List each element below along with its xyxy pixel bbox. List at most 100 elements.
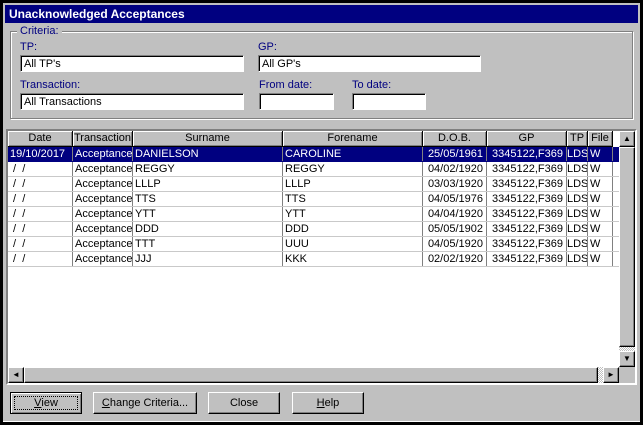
from-date-label: From date: (259, 79, 312, 91)
scroll-up-button[interactable]: ▲ (619, 131, 635, 147)
table-cell: W (588, 177, 613, 191)
table-cell: LDS (567, 252, 588, 266)
table-cell: TTS (283, 192, 423, 206)
list-header: DateTransactionSurnameForenameD.O.B.GPTP… (8, 131, 613, 147)
gp-label: GP: (258, 41, 277, 53)
table-cell: W (588, 222, 613, 236)
table-cell: REGGY (133, 162, 283, 176)
table-cell: JJJ (133, 252, 283, 266)
vertical-scrollbar[interactable]: ▲ ▼ (619, 131, 635, 367)
acceptances-list: DateTransactionSurnameForenameD.O.B.GPTP… (6, 129, 637, 385)
table-cell: REGGY (283, 162, 423, 176)
table-cell: LDS (567, 162, 588, 176)
table-cell: LDS (567, 237, 588, 251)
table-cell: KKK (283, 252, 423, 266)
table-cell: TTS (133, 192, 283, 206)
table-cell: / / (8, 252, 73, 266)
close-button[interactable]: Close (208, 392, 280, 414)
table-cell: LLLP (283, 177, 423, 191)
table-row[interactable]: / /AcceptanceREGGYREGGY04/02/19203345122… (8, 162, 619, 177)
table-cell: Acceptance (73, 237, 133, 251)
column-header-transaction[interactable]: Transaction (73, 131, 133, 146)
horizontal-scrollbar-thumb[interactable] (24, 367, 598, 383)
table-cell: LDS (567, 207, 588, 221)
transaction-input[interactable] (20, 93, 244, 110)
scroll-up-icon: ▲ (623, 135, 631, 143)
column-header-gp[interactable]: GP (487, 131, 567, 146)
transaction-label: Transaction: (20, 79, 80, 91)
from-date-input[interactable] (259, 93, 334, 110)
table-cell: TTT (133, 237, 283, 251)
table-cell: W (588, 237, 613, 251)
change-criteria-button[interactable]: Change Criteria... (93, 392, 197, 414)
to-date-input[interactable] (352, 93, 426, 110)
table-cell: Acceptance (73, 222, 133, 236)
column-header-forename[interactable]: Forename (283, 131, 423, 146)
table-cell: 19/10/2017 (8, 147, 73, 161)
table-row[interactable]: / /AcceptanceLLLPLLLP03/03/19203345122,F… (8, 177, 619, 192)
table-cell: 3345122,F369 (487, 222, 567, 236)
table-cell: / / (8, 192, 73, 206)
table-cell: YTT (283, 207, 423, 221)
scroll-left-icon: ◄ (12, 371, 20, 379)
horizontal-scrollbar[interactable]: ◄ ► (8, 367, 619, 383)
table-row[interactable]: 19/10/2017AcceptanceDANIELSONCAROLINE25/… (8, 147, 619, 162)
table-cell: W (588, 207, 613, 221)
table-row[interactable]: / /AcceptanceJJJKKK02/02/19203345122,F36… (8, 252, 619, 267)
help-button[interactable]: Help (292, 392, 364, 414)
table-cell: / / (8, 162, 73, 176)
table-cell: W (588, 147, 613, 161)
table-cell: LDS (567, 222, 588, 236)
table-cell: YTT (133, 207, 283, 221)
table-cell: Acceptance (73, 192, 133, 206)
table-cell: 04/05/1920 (423, 237, 487, 251)
column-header-file[interactable]: File (588, 131, 613, 146)
table-cell: 03/03/1920 (423, 177, 487, 191)
gp-input[interactable] (258, 55, 481, 72)
table-cell: / / (8, 222, 73, 236)
to-date-label: To date: (352, 79, 391, 91)
table-row[interactable]: / /AcceptanceTTTUUU04/05/19203345122,F36… (8, 237, 619, 252)
scroll-down-icon: ▼ (623, 355, 631, 363)
table-cell: Acceptance (73, 207, 133, 221)
window-title: Unacknowledged Acceptances (9, 7, 185, 21)
table-row[interactable]: / /AcceptanceYTTYTT04/04/19203345122,F36… (8, 207, 619, 222)
table-cell: 05/05/1902 (423, 222, 487, 236)
tp-label: TP: (20, 41, 37, 53)
column-header-surname[interactable]: Surname (133, 131, 283, 146)
column-header-tp[interactable]: TP (567, 131, 588, 146)
column-header-dob[interactable]: D.O.B. (423, 131, 487, 146)
table-cell: 3345122,F369 (487, 207, 567, 221)
table-cell: CAROLINE (283, 147, 423, 161)
tp-input[interactable] (20, 55, 244, 72)
scroll-right-button[interactable]: ► (603, 367, 619, 383)
criteria-legend: Criteria: (17, 25, 62, 37)
table-cell: LDS (567, 177, 588, 191)
table-cell: 04/04/1920 (423, 207, 487, 221)
table-cell: 3345122,F369 (487, 162, 567, 176)
table-row[interactable]: / /AcceptanceTTSTTS04/05/19763345122,F36… (8, 192, 619, 207)
scroll-left-button[interactable]: ◄ (8, 367, 24, 383)
table-cell: LDS (567, 192, 588, 206)
table-cell: UUU (283, 237, 423, 251)
table-cell: 25/05/1961 (423, 147, 487, 161)
table-cell: LLLP (133, 177, 283, 191)
table-cell: Acceptance (73, 252, 133, 266)
table-cell: / / (8, 177, 73, 191)
table-cell: 3345122,F369 (487, 252, 567, 266)
view-button[interactable]: View (10, 392, 82, 414)
table-cell: DDD (283, 222, 423, 236)
table-cell: W (588, 162, 613, 176)
table-cell: Acceptance (73, 162, 133, 176)
table-cell: 3345122,F369 (487, 192, 567, 206)
table-cell: / / (8, 237, 73, 251)
criteria-group: Criteria: TP: GP: Transaction: From date… (10, 31, 633, 119)
table-cell: / / (8, 207, 73, 221)
vertical-scrollbar-thumb[interactable] (619, 147, 635, 347)
table-row[interactable]: / /AcceptanceDDDDDD05/05/19023345122,F36… (8, 222, 619, 237)
scroll-down-button[interactable]: ▼ (619, 351, 635, 367)
title-bar[interactable]: Unacknowledged Acceptances (5, 5, 638, 23)
table-cell: 04/05/1976 (423, 192, 487, 206)
column-header-date[interactable]: Date (8, 131, 73, 146)
table-cell: W (588, 252, 613, 266)
